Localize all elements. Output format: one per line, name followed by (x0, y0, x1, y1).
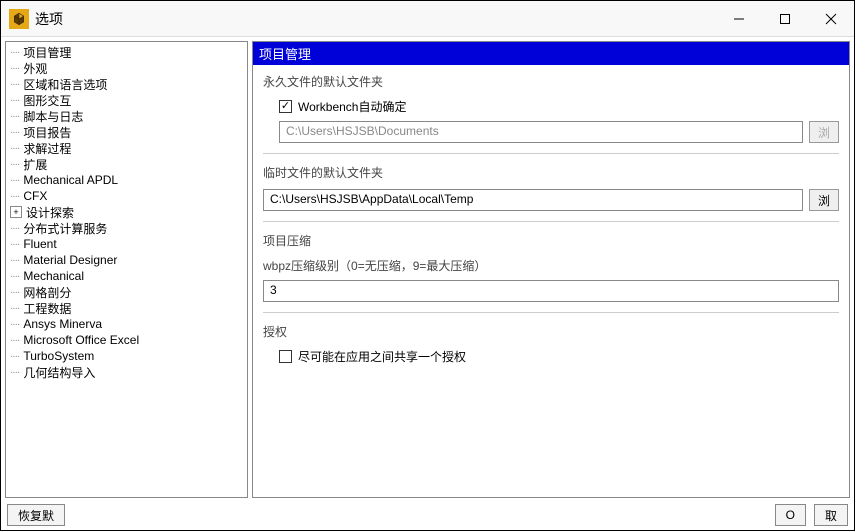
tree-leaf-icon: ···· (10, 335, 19, 346)
tree-item-label: Ansys Minerva (21, 317, 104, 331)
expand-icon[interactable]: + (10, 206, 22, 218)
compression-sub-label: wbpz压缩级别（0=无压缩，9=最大压缩） (263, 257, 839, 274)
section-header: 项目管理 (253, 42, 849, 65)
window-title: 选项 (35, 9, 716, 29)
tree-item[interactable]: ····Ansys Minerva (6, 316, 247, 332)
tree-item-label: 几何结构导入 (21, 364, 97, 381)
tree-leaf-icon: ···· (10, 223, 19, 234)
share-license-label: 尽可能在应用之间共享一个授权 (298, 348, 466, 365)
tree-item-label: 求解过程 (21, 140, 73, 157)
tree-item-label: Material Designer (21, 253, 119, 267)
tree-item[interactable]: ····Mechanical (6, 268, 247, 284)
tree-item[interactable]: ····TurboSystem (6, 348, 247, 364)
tree-item[interactable]: ····分布式计算服务 (6, 220, 247, 236)
tree-item[interactable]: ····外观 (6, 60, 247, 76)
tree-item[interactable]: ····项目报告 (6, 124, 247, 140)
tree-leaf-icon: ···· (10, 143, 19, 154)
options-tree[interactable]: ····项目管理····外观····区域和语言选项····图形交互····脚本与… (5, 41, 248, 498)
tree-leaf-icon: ···· (10, 239, 19, 250)
minimize-button[interactable] (716, 1, 762, 37)
tree-item-label: TurboSystem (21, 349, 96, 363)
tree-leaf-icon: ···· (10, 159, 19, 170)
tree-item[interactable]: ····区域和语言选项 (6, 76, 247, 92)
tree-item[interactable]: ····求解过程 (6, 140, 247, 156)
tree-item[interactable]: ····图形交互 (6, 92, 247, 108)
auto-determine-checkbox[interactable] (279, 100, 292, 113)
tree-item-label: 图形交互 (21, 92, 73, 109)
tree-item[interactable]: ····Material Designer (6, 252, 247, 268)
cancel-button[interactable]: 取 (814, 504, 848, 526)
title-bar: 选项 (1, 1, 854, 37)
share-license-checkbox[interactable] (279, 350, 292, 363)
tree-item-label: 分布式计算服务 (21, 220, 109, 237)
tree-item[interactable]: ····工程数据 (6, 300, 247, 316)
tree-item-label: 网格剖分 (21, 284, 73, 301)
tree-leaf-icon: ···· (10, 79, 19, 90)
temp-folder-title: 临时文件的默认文件夹 (263, 164, 839, 181)
ok-button[interactable]: O (775, 504, 806, 526)
tree-item[interactable]: ····扩展 (6, 156, 247, 172)
tree-item[interactable]: ····Fluent (6, 236, 247, 252)
tree-item[interactable]: ····几何结构导入 (6, 364, 247, 380)
tree-item-label: 脚本与日志 (21, 108, 85, 125)
tree-leaf-icon: ···· (10, 111, 19, 122)
compression-title: 项目压缩 (263, 232, 839, 249)
tree-leaf-icon: ···· (10, 271, 19, 282)
compression-value-input[interactable]: 3 (263, 280, 839, 302)
footer-bar: 恢复默 O 取 (1, 502, 854, 528)
tree-item-label: 设计探索 (24, 204, 76, 221)
tree-item-label: 工程数据 (21, 300, 73, 317)
main-panel: 项目管理 永久文件的默认文件夹 Workbench自动确定 C:\Users\H… (252, 41, 850, 498)
tree-leaf-icon: ···· (10, 367, 19, 378)
temp-folder-browse-button[interactable]: 浏 (809, 189, 839, 211)
tree-item-label: Mechanical APDL (21, 173, 120, 187)
temp-folder-path[interactable]: C:\Users\HSJSB\AppData\Local\Temp (263, 189, 803, 211)
perm-folder-path: C:\Users\HSJSB\Documents (279, 121, 803, 143)
tree-leaf-icon: ···· (10, 351, 19, 362)
tree-item[interactable]: ····网格剖分 (6, 284, 247, 300)
tree-item[interactable]: ····Microsoft Office Excel (6, 332, 247, 348)
maximize-button[interactable] (762, 1, 808, 37)
tree-item-label: 项目报告 (21, 124, 73, 141)
tree-item[interactable]: ····脚本与日志 (6, 108, 247, 124)
tree-leaf-icon: ···· (10, 127, 19, 138)
tree-leaf-icon: ···· (10, 303, 19, 314)
tree-leaf-icon: ···· (10, 255, 19, 266)
tree-item-label: 外观 (21, 60, 49, 77)
tree-item-label: 扩展 (21, 156, 49, 173)
tree-item-label: 区域和语言选项 (21, 76, 109, 93)
tree-leaf-icon: ···· (10, 319, 19, 330)
tree-leaf-icon: ···· (10, 63, 19, 74)
tree-item[interactable]: ····Mechanical APDL (6, 172, 247, 188)
tree-leaf-icon: ···· (10, 287, 19, 298)
tree-item-label: Fluent (21, 237, 58, 251)
perm-folder-title: 永久文件的默认文件夹 (263, 73, 839, 90)
tree-leaf-icon: ···· (10, 191, 19, 202)
license-title: 授权 (263, 323, 839, 340)
tree-item-label: Mechanical (21, 269, 86, 283)
tree-leaf-icon: ···· (10, 95, 19, 106)
app-icon (9, 9, 29, 29)
perm-folder-browse-button: 浏 (809, 121, 839, 143)
tree-leaf-icon: ···· (10, 175, 19, 186)
restore-defaults-button[interactable]: 恢复默 (7, 504, 65, 526)
auto-determine-label: Workbench自动确定 (298, 98, 406, 115)
tree-item[interactable]: ····CFX (6, 188, 247, 204)
tree-item-label: 项目管理 (21, 44, 73, 61)
tree-item[interactable]: ····项目管理 (6, 44, 247, 60)
tree-leaf-icon: ···· (10, 47, 19, 58)
tree-item[interactable]: +设计探索 (6, 204, 247, 220)
close-button[interactable] (808, 1, 854, 37)
tree-item-label: CFX (21, 189, 49, 203)
tree-item-label: Microsoft Office Excel (21, 333, 141, 347)
